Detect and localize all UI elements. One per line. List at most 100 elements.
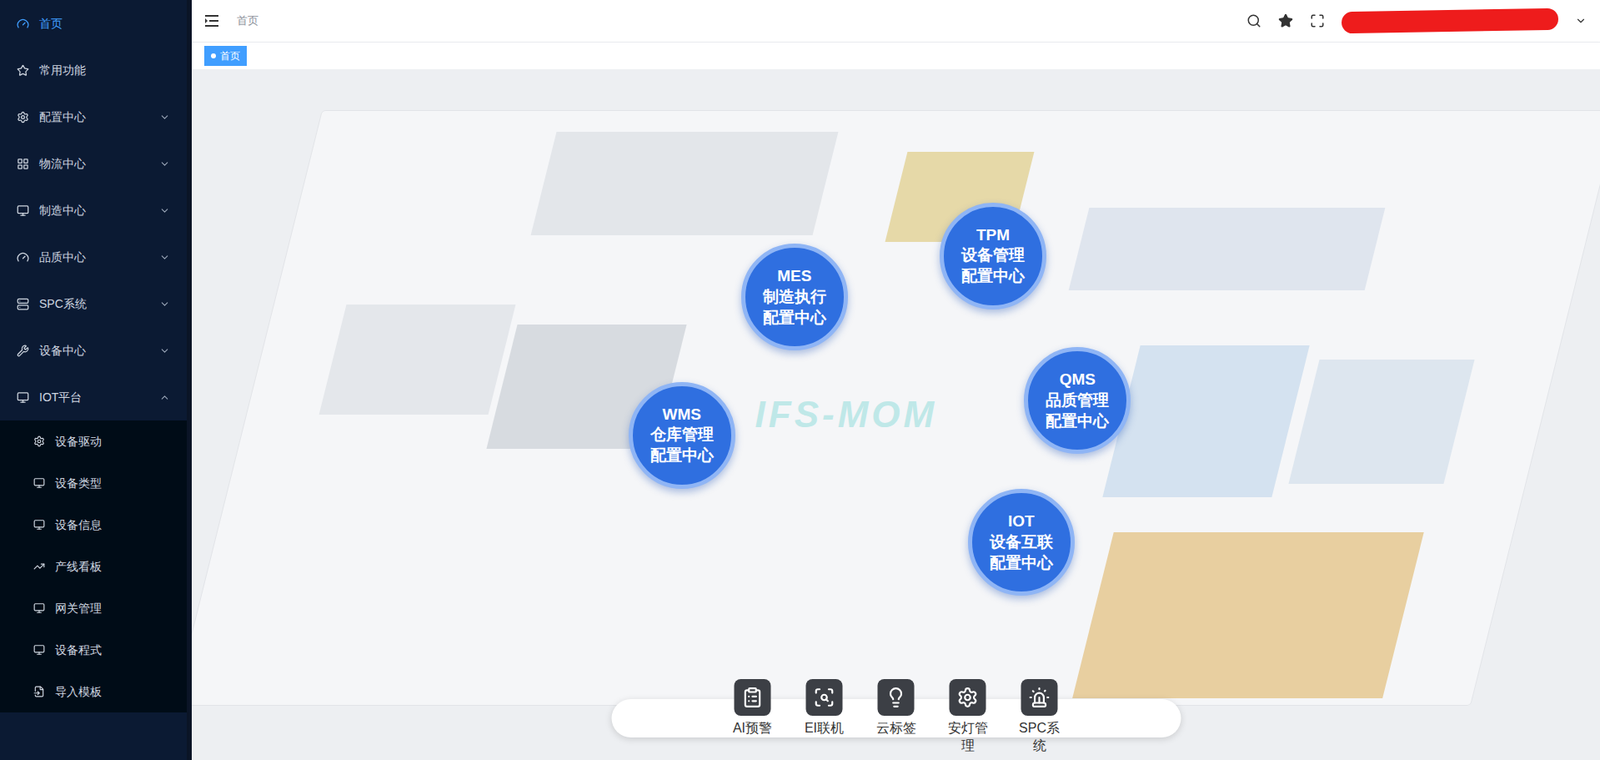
sidebar-group: 制造中心 xyxy=(0,186,187,234)
sidebar-group: IOT平台设备驱动设备类型设备信息产线看板网关管理设备程式导入模板 xyxy=(0,373,187,713)
submenu-icon xyxy=(33,601,46,614)
sidebar-item[interactable]: 制造中心 xyxy=(0,186,187,234)
star-icon[interactable] xyxy=(1278,13,1294,29)
main: 首页首页IFS-MOMMES制造执行配置中心TPM设备管理配置中心QMS品质管理… xyxy=(191,0,1600,760)
navbar: 首页 xyxy=(191,0,1600,43)
chevron-down-icon xyxy=(159,158,171,170)
dock-icon xyxy=(885,686,908,708)
dock-icon-box xyxy=(1021,678,1059,716)
sidebar-label: 常用功能 xyxy=(39,61,171,80)
sidebar-group: 物流中心 xyxy=(0,140,187,187)
factory-zone xyxy=(531,131,839,236)
hotspot-button[interactable]: TPM设备管理配置中心 xyxy=(939,202,1047,310)
sidebar-item[interactable]: 首页 xyxy=(0,0,187,47)
sidebar: 首页常用功能配置中心物流中心制造中心品质中心 SPC系统设备中心 IOT平台设备驱动… xyxy=(0,0,192,760)
submenu-icon xyxy=(33,476,46,489)
dock-icon xyxy=(1028,686,1051,708)
dock-item[interactable]: 云标签 xyxy=(871,678,922,755)
chevron-down-icon xyxy=(159,205,171,216)
sidebar-group: 品质中心 xyxy=(0,233,187,281)
submenu-item[interactable]: 网关管理 xyxy=(0,586,187,629)
sidebar-item[interactable]: 品质中心 xyxy=(0,233,187,281)
submenu-item[interactable]: 产线看板 xyxy=(0,545,187,587)
sidebar-label: 配置中心 xyxy=(39,108,150,126)
factory-zone xyxy=(318,304,516,415)
dropdown-icon[interactable] xyxy=(1574,15,1587,27)
factory-canvas: IFS-MOM MES制造执行配置中心 TPM设备管理配置中心 QMS品质管理配置中心… xyxy=(191,69,1600,760)
chevron-down-icon xyxy=(159,345,171,357)
submenu-icon xyxy=(33,643,46,656)
sidebar-label: 制造中心 xyxy=(39,201,150,220)
submenu-icon xyxy=(33,560,46,572)
dock-item[interactable]: EI联机 xyxy=(799,678,850,755)
factory-zone xyxy=(1072,531,1424,698)
submenu-item[interactable]: 导入模板 xyxy=(0,670,187,713)
dock-item[interactable]: SPC系统 xyxy=(1014,678,1065,755)
hotspot-button[interactable]: QMS品质管理配置中心 xyxy=(1023,346,1131,454)
sidebar-label: 物流中心 xyxy=(39,155,150,173)
sidebar-label: 品质中心 xyxy=(39,248,150,266)
submenu-item[interactable]: 设备类型 xyxy=(0,461,187,504)
submenu-icon xyxy=(33,685,46,698)
hotspot-button[interactable]: WMS仓库管理配置中心 xyxy=(628,381,736,489)
dock-icon xyxy=(813,686,836,708)
sidebar-label: 设备中心 xyxy=(39,341,150,360)
fullscreen-icon[interactable] xyxy=(1309,13,1325,29)
menu-icon xyxy=(16,344,30,357)
dock-icon-box xyxy=(877,678,915,716)
sidebar-item[interactable]: 配置中心 xyxy=(0,93,187,141)
user-redacted[interactable] xyxy=(1341,8,1559,35)
submenu-icon xyxy=(33,518,46,531)
factory-zone xyxy=(1289,359,1475,484)
search-icon[interactable] xyxy=(1246,13,1262,29)
dock-icon-box xyxy=(949,678,987,716)
chevron-down-icon xyxy=(159,298,171,310)
menu-icon xyxy=(16,391,30,404)
sidebar-group: 设备中心 xyxy=(0,326,187,374)
app: 首页常用功能配置中心物流中心制造中心品质中心SPC系统设备中心IOT平台设备驱动… xyxy=(0,0,1600,760)
menu-icon xyxy=(16,204,30,217)
submenu: 设备驱动设备类型设备信息产线看板网关管理设备程式导入模板 xyxy=(0,420,187,713)
sidebar-item[interactable]: SPC系统 xyxy=(0,280,187,327)
sidebar-label: 首页 xyxy=(39,15,171,33)
sidebar-item[interactable]: 物流中心 xyxy=(0,140,187,187)
sidebar-item[interactable]: 设备中心 xyxy=(0,326,187,374)
dock-icon-box xyxy=(806,678,843,716)
sidebar-group: 常用功能 xyxy=(0,46,187,94)
dock: AI预警 EI联机云标签安灯管理 SPC系统 xyxy=(611,678,1181,755)
sidebar-item[interactable]: IOT平台 xyxy=(0,373,187,421)
submenu-item[interactable]: 设备信息 xyxy=(0,503,187,546)
watermark: IFS-MOM xyxy=(755,386,938,442)
dock-item[interactable]: AI预警 xyxy=(727,678,778,755)
menu-icon xyxy=(16,250,30,264)
menu-icon xyxy=(16,297,30,311)
menu-icon xyxy=(16,110,30,124)
breadcrumb[interactable]: 首页 xyxy=(236,12,259,30)
sidebar-group: 配置中心 xyxy=(0,93,187,141)
chevron-down-icon xyxy=(159,251,171,263)
menu-icon xyxy=(16,157,30,171)
menu-fold-icon[interactable] xyxy=(205,14,221,28)
menu-icon xyxy=(16,64,30,77)
dock-icon-box xyxy=(734,678,772,716)
submenu-item[interactable]: 设备驱动 xyxy=(0,420,187,462)
chevron-up-icon xyxy=(159,391,171,403)
dock-item[interactable]: 安灯管理 xyxy=(942,678,994,755)
tag-dot xyxy=(210,53,216,59)
hotspot-button[interactable]: IOT设备互联配置中心 xyxy=(968,488,1075,596)
sidebar-group: SPC系统 xyxy=(0,280,187,327)
sidebar-item[interactable]: 常用功能 xyxy=(0,46,187,94)
hotspot-button[interactable]: MES制造执行配置中心 xyxy=(741,243,848,351)
submenu-item[interactable]: 设备程式 xyxy=(0,628,187,671)
chevron-down-icon xyxy=(159,111,171,123)
submenu-icon xyxy=(33,435,46,447)
sidebar-label: SPC系统 xyxy=(39,295,150,313)
dock-icon xyxy=(742,686,764,708)
dock-icon xyxy=(957,686,979,708)
menu-icon xyxy=(16,17,30,31)
sidebar-group: 首页 xyxy=(0,0,187,47)
factory-zone xyxy=(1068,207,1385,291)
tag[interactable]: 首页 xyxy=(204,45,247,66)
tags-bar: 首页 xyxy=(191,42,1600,70)
sidebar-label: IOT平台 xyxy=(39,388,150,407)
